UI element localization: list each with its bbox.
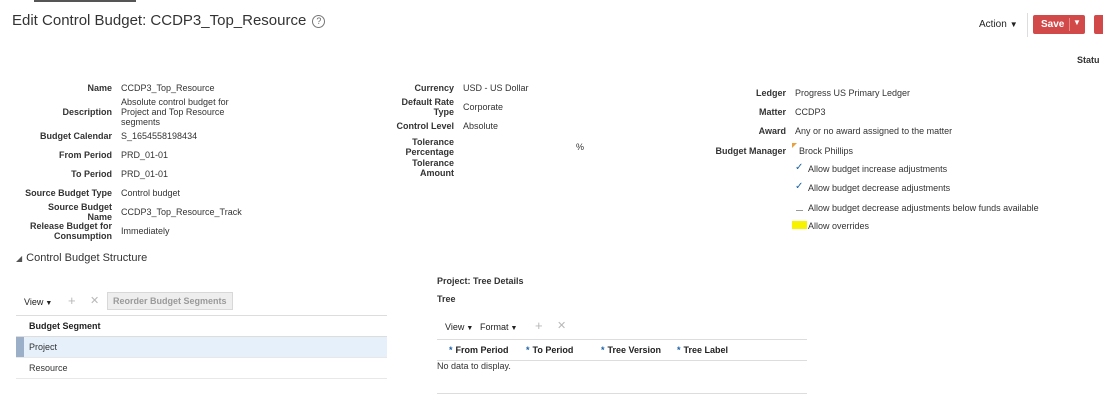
column-header-from-period[interactable]: * From Period <box>449 345 509 355</box>
action-menu-label: Action <box>979 19 1007 30</box>
top-tab-indicator <box>34 0 136 2</box>
from-period-value: PRD_01-01 <box>121 150 169 160</box>
column-header-tree-version[interactable]: * Tree Version <box>601 345 661 355</box>
table-row[interactable]: Resource <box>16 358 387 379</box>
release-budget-label: Release Budget for Consumption <box>29 221 112 241</box>
format-menu-label: Format <box>480 322 509 332</box>
from-period-label: From Period <box>58 150 112 160</box>
column-header-label: From Period <box>455 345 509 355</box>
save-button[interactable]: Save ▼ <box>1033 15 1085 34</box>
ledger-label: Ledger <box>755 88 786 98</box>
currency-value: USD - US Dollar <box>463 83 529 93</box>
table-cell: Resource <box>29 363 68 373</box>
tolerance-amount-label: Tolerance Amount <box>412 158 454 178</box>
ledger-value: Progress US Primary Ledger <box>795 88 911 98</box>
column-header-tree-label[interactable]: * Tree Label <box>677 345 728 355</box>
currency-label: Currency <box>414 83 454 93</box>
column-header-budget-segment[interactable]: Budget Segment <box>16 315 387 337</box>
table-row[interactable]: Project <box>16 337 387 358</box>
table-bottom-border <box>437 393 807 394</box>
delete-icon[interactable]: ✕ <box>557 320 566 332</box>
delete-icon[interactable]: ✕ <box>90 295 99 307</box>
required-asterisk: * <box>449 345 453 355</box>
default-rate-type-label: Default Rate Type <box>401 97 454 117</box>
caret-down-icon: ▼ <box>45 300 53 307</box>
matter-value: CCDP3 <box>795 107 826 117</box>
add-icon[interactable]: + <box>68 294 76 307</box>
unchecked-dash-icon[interactable] <box>796 210 803 211</box>
check-icon[interactable]: ✓ <box>795 181 803 192</box>
format-menu[interactable]: Format ▼ <box>480 322 517 332</box>
to-period-label: To Period <box>71 169 112 179</box>
check-icon[interactable]: ✓ <box>795 162 803 173</box>
section-header-control-budget-structure[interactable]: ◢ Control Budget Structure <box>16 252 147 264</box>
caret-down-icon: ▼ <box>466 325 474 332</box>
option-allow-decrease-label: Allow budget decrease adjustments <box>808 183 951 193</box>
help-icon[interactable]: ? <box>312 15 326 28</box>
collapse-triangle-icon[interactable]: ◢ <box>16 254 22 263</box>
source-budget-name-value: CCDP3_Top_Resource_Track <box>121 207 242 217</box>
description-label: Description <box>62 107 112 117</box>
option-allow-overrides-label: Allow overrides <box>808 221 870 231</box>
tolerance-percentage-label: Tolerance Percentage <box>405 137 454 157</box>
status-label: Statu <box>1077 55 1100 65</box>
default-rate-type-value: Corporate <box>463 102 504 112</box>
page-title-text: Edit Control Budget: CCDP3_Top_Resource <box>12 12 307 29</box>
tolerance-percentage-unit: % <box>576 142 585 152</box>
add-icon[interactable]: + <box>535 319 543 332</box>
budget-calendar-label: Budget Calendar <box>39 131 112 141</box>
control-level-label: Control Level <box>396 121 454 131</box>
reorder-budget-segments-button[interactable]: Reorder Budget Segments <box>107 292 233 310</box>
save-button-label: Save <box>1041 19 1065 30</box>
tree-view-menu[interactable]: View ▼ <box>445 322 473 332</box>
budget-manager-value[interactable]: Brock Phillips <box>799 146 853 156</box>
toolbar-divider <box>1027 13 1028 37</box>
table-cell: Project <box>29 342 58 352</box>
control-level-value: Absolute <box>463 121 499 131</box>
source-budget-name-label: Source Budget Name <box>47 202 112 222</box>
save-menu-caret-icon[interactable]: ▼ <box>1073 18 1081 27</box>
release-budget-value: Immediately <box>121 226 170 236</box>
page-title: Edit Control Budget: CCDP3_Top_Resource? <box>12 12 326 29</box>
column-header-to-period[interactable]: * To Period <box>526 345 573 355</box>
required-asterisk: * <box>677 345 681 355</box>
cancel-button[interactable] <box>1094 15 1103 34</box>
tree-details-title: Project: Tree Details <box>437 276 524 286</box>
option-allow-increase-label: Allow budget increase adjustments <box>808 164 948 174</box>
award-value: Any or no award assigned to the matter <box>795 126 953 136</box>
action-menu[interactable]: Action ▼ <box>979 19 1018 30</box>
selected-row-marker <box>16 337 24 357</box>
budget-calendar-value: S_1654558198434 <box>121 131 198 141</box>
name-label: Name <box>87 83 112 93</box>
award-label: Award <box>758 126 786 136</box>
name-value: CCDP3_Top_Resource <box>121 83 215 93</box>
budget-manager-label: Budget Manager <box>715 146 786 156</box>
column-header-label: Tree Label <box>683 345 729 355</box>
description-value: Absolute control budget for Project and … <box>121 97 229 127</box>
save-button-divider <box>1069 18 1070 31</box>
column-header-label: Tree Version <box>607 345 662 355</box>
required-asterisk: * <box>526 345 530 355</box>
column-header-label: To Period <box>532 345 574 355</box>
view-menu[interactable]: View ▼ <box>24 297 52 307</box>
section-title: Control Budget Structure <box>26 252 148 264</box>
tree-subtitle: Tree <box>437 294 456 304</box>
source-budget-type-value: Control budget <box>121 188 181 198</box>
allow-overrides-checkbox[interactable] <box>792 221 807 229</box>
source-budget-type-label: Source Budget Type <box>25 188 112 198</box>
empty-table-message: No data to display. <box>437 361 511 371</box>
budget-segment-table: Budget Segment Project Resource <box>16 315 387 379</box>
view-menu-label: View <box>24 297 44 307</box>
to-period-value: PRD_01-01 <box>121 169 169 179</box>
required-asterisk: * <box>601 345 605 355</box>
option-allow-decrease-below-funds-label: Allow budget decrease adjustments below … <box>808 203 1039 213</box>
required-flag-icon <box>792 143 797 148</box>
tree-view-menu-label: View <box>445 322 465 332</box>
matter-label: Matter <box>758 107 786 117</box>
caret-down-icon: ▼ <box>1009 20 1018 29</box>
caret-down-icon: ▼ <box>510 325 518 332</box>
